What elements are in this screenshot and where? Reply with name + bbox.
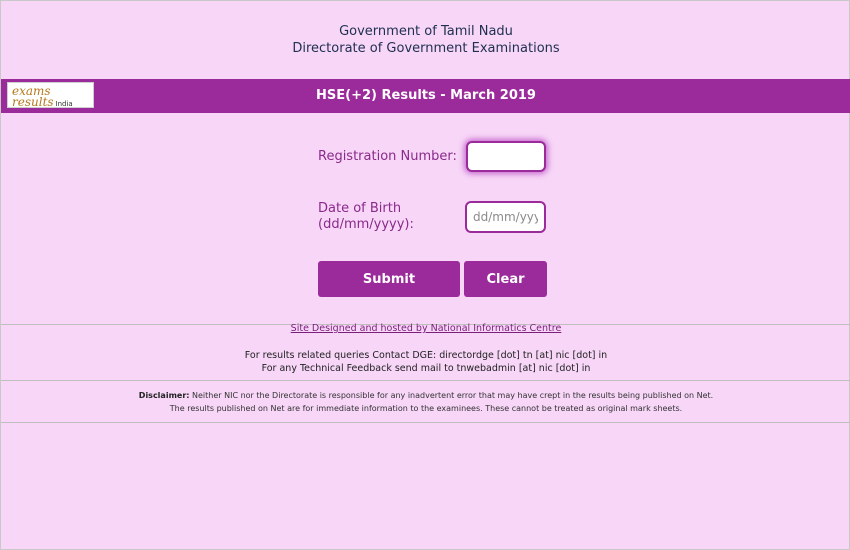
- divider: [1, 380, 850, 381]
- divider: [1, 422, 850, 423]
- disclaimer-line1: Neither NIC nor the Directorate is respo…: [189, 391, 714, 400]
- contact-technical: For any Technical Feedback send mail to …: [261, 363, 591, 374]
- contact-dge: For results related queries Contact DGE:…: [244, 350, 608, 361]
- disclaimer-line2: The results published on Net are for imm…: [169, 404, 683, 413]
- header-line1: Government of Tamil Nadu: [339, 24, 513, 39]
- date-of-birth-input[interactable]: [465, 201, 546, 233]
- disclaimer: Disclaimer: Neither NIC nor the Director…: [1, 389, 850, 415]
- submit-button[interactable]: Submit: [318, 261, 460, 297]
- results-page: Government of Tamil Nadu Directorate of …: [0, 0, 850, 550]
- registration-number-input[interactable]: [466, 141, 546, 172]
- government-header: Government of Tamil Nadu Directorate of …: [1, 23, 850, 57]
- title-banner: exams results India HSE(+2) Results - Mar…: [1, 79, 850, 113]
- dob-label-line2: (dd/mm/yyyy):: [318, 217, 414, 232]
- disclaimer-label: Disclaimer:: [138, 391, 190, 400]
- page-title: HSE(+2) Results - March 2019: [316, 88, 536, 103]
- date-of-birth-label: Date of Birth (dd/mm/yyyy):: [318, 201, 414, 233]
- nic-link[interactable]: Site Designed and hosted by National Inf…: [1, 323, 850, 334]
- dob-label-line1: Date of Birth: [318, 201, 402, 216]
- clear-button[interactable]: Clear: [464, 261, 547, 297]
- registration-number-label: Registration Number:: [318, 149, 457, 164]
- contact-info: For results related queries Contact DGE:…: [1, 349, 850, 375]
- header-line2: Directorate of Government Examinations: [292, 41, 560, 56]
